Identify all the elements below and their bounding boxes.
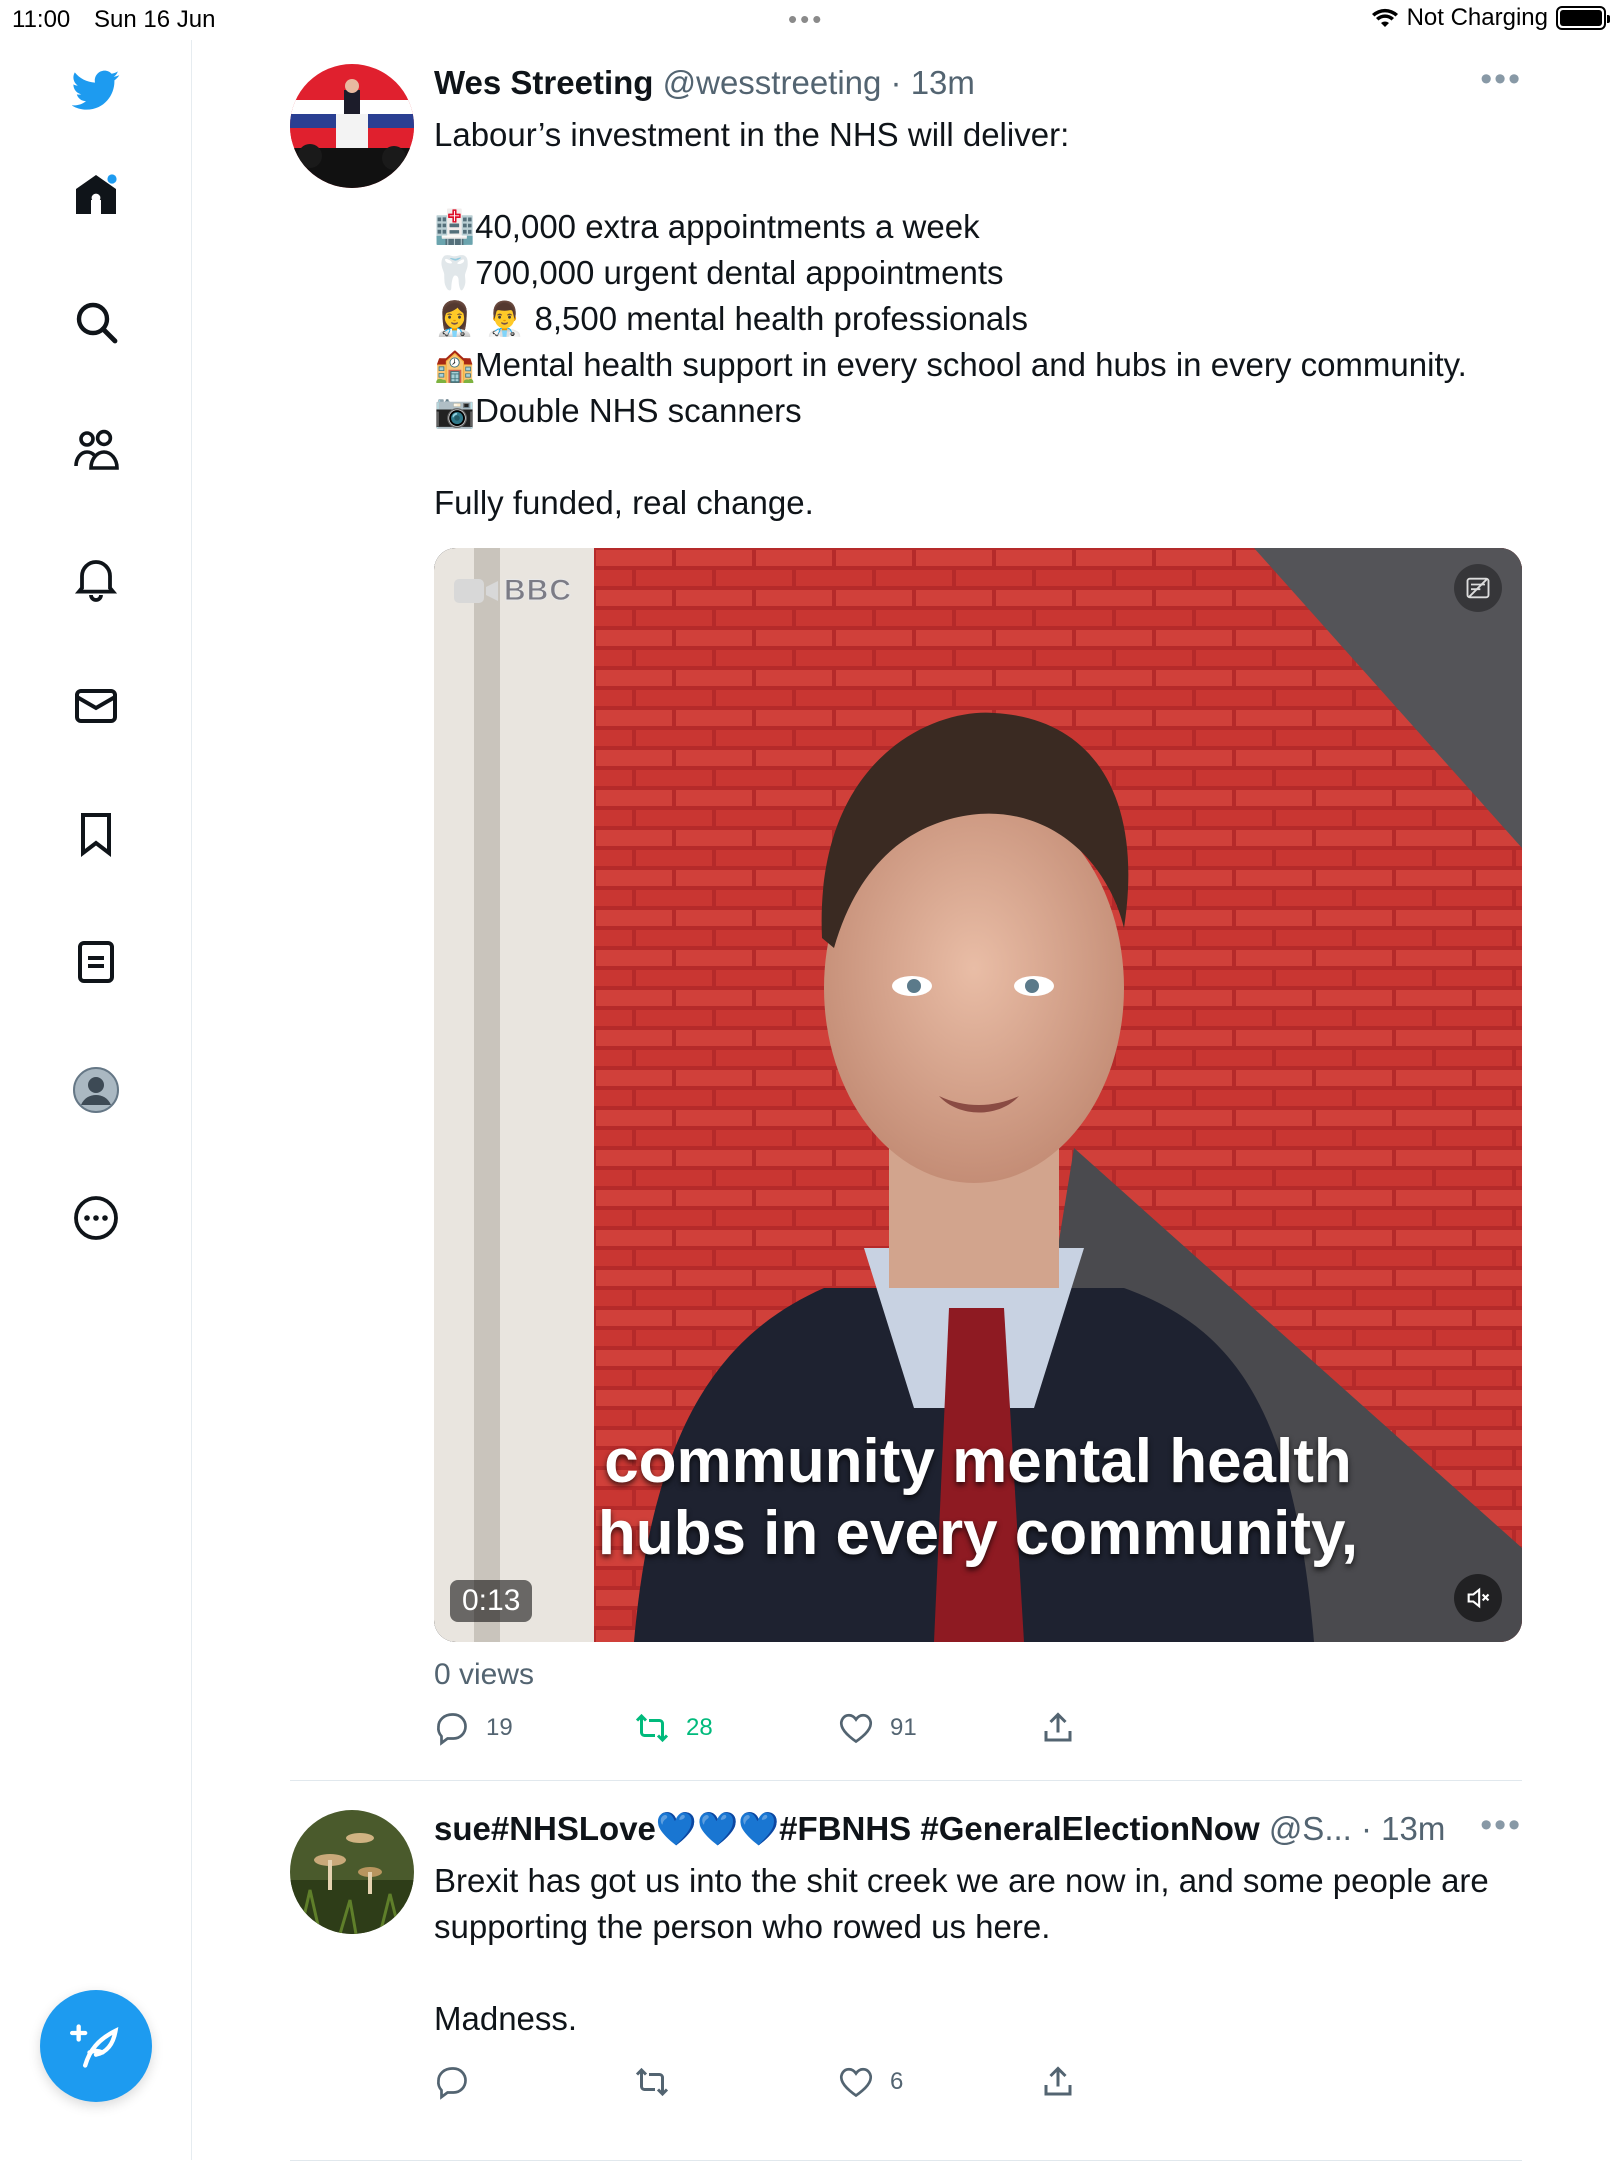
like-button[interactable]: 6 [838, 2064, 903, 2100]
battery-icon [1556, 6, 1610, 30]
status-time: 11:00 [12, 6, 71, 33]
status-right: Not Charging [1371, 4, 1610, 32]
status-bar: 11:00 Sun 16 Jun ••• Not Charging [0, 0, 1620, 40]
heart-icon [839, 2067, 873, 2098]
video-camera-icon [454, 579, 498, 603]
video-duration: 0:13 [450, 1580, 533, 1622]
avatar[interactable] [290, 1810, 414, 1934]
share-icon [1044, 1712, 1072, 1742]
video-caption: community mental health hubs in every co… [597, 1427, 1359, 1568]
bbc-source-badge: BBC [454, 574, 572, 608]
author-handle-time[interactable]: @S... · 13m [1269, 1810, 1446, 1847]
notifications-bell-icon[interactable] [70, 552, 122, 604]
communities-icon[interactable] [70, 424, 122, 476]
view-count: 0 views [434, 1658, 535, 1691]
timeline: Wes Streeting @wesstreeting · 13m ••• La… [192, 40, 1620, 2161]
home-icon[interactable] [70, 168, 122, 220]
share-button[interactable] [1040, 1710, 1076, 1746]
sidebar [0, 40, 192, 2160]
tweet-video[interactable]: BBC community mental health hubs in ever… [434, 548, 1522, 1642]
muted-speaker-icon [1467, 1587, 1490, 1609]
compose-tweet-button[interactable] [40, 1990, 152, 2102]
reply-icon [437, 1713, 467, 1746]
retweet-button[interactable] [634, 2064, 686, 2100]
charging-status: Not Charging [1406, 4, 1548, 31]
tweet-more-icon[interactable]: ••• [1480, 60, 1522, 99]
heart-icon [839, 1713, 873, 1744]
explore-search-icon[interactable] [70, 296, 122, 348]
share-button[interactable] [1040, 2064, 1076, 2100]
tweet-header: Wes Streeting @wesstreeting · 13m ••• [434, 60, 1522, 108]
twitter-logo-icon[interactable] [70, 64, 122, 116]
share-icon [1044, 2066, 1072, 2096]
tweet-actions: 19 28 91 [434, 1710, 1522, 1770]
mute-button[interactable] [1454, 1574, 1502, 1622]
messages-envelope-icon[interactable] [70, 680, 122, 732]
multitasking-dots-icon[interactable]: ••• [788, 4, 824, 35]
retweet-icon [635, 2067, 669, 2097]
avatar[interactable] [290, 64, 414, 188]
tweet-header: sue#NHSLove💙💙💙#FBNHS #GeneralElectionNow… [434, 1806, 1522, 1854]
bookmarks-icon[interactable] [70, 808, 122, 860]
status-date: Sun 16 Jun [94, 6, 216, 33]
reply-button[interactable]: 19 [434, 1710, 513, 1746]
tweet-divider [290, 1780, 1522, 1781]
retweet-button[interactable]: 28 [634, 1710, 713, 1746]
author-name[interactable]: sue#NHSLove💙💙💙#FBNHS #GeneralElectionNow [434, 1810, 1260, 1847]
reply-icon [437, 2067, 467, 2100]
like-button[interactable]: 91 [838, 1710, 917, 1746]
tweet-actions: 6 [434, 2064, 1522, 2124]
profile-avatar-icon[interactable] [70, 1064, 122, 1116]
tweet-text: Labour’s investment in the NHS will deli… [434, 116, 1467, 521]
author-handle-time[interactable]: @wesstreeting · 13m [663, 64, 975, 101]
sensitive-media-icon[interactable] [1454, 564, 1502, 612]
retweet-icon [635, 1713, 669, 1743]
wifi-icon [1371, 8, 1398, 27]
author-name[interactable]: Wes Streeting [434, 64, 653, 101]
tweet-text: Brexit has got us into the shit creek we… [434, 1862, 1489, 2037]
tweet-more-icon[interactable]: ••• [1480, 1806, 1522, 1845]
reply-button[interactable] [434, 2064, 486, 2100]
more-options-icon[interactable] [70, 1192, 122, 1244]
compose-feather-icon [70, 2024, 119, 2068]
lists-icon[interactable] [70, 936, 122, 988]
